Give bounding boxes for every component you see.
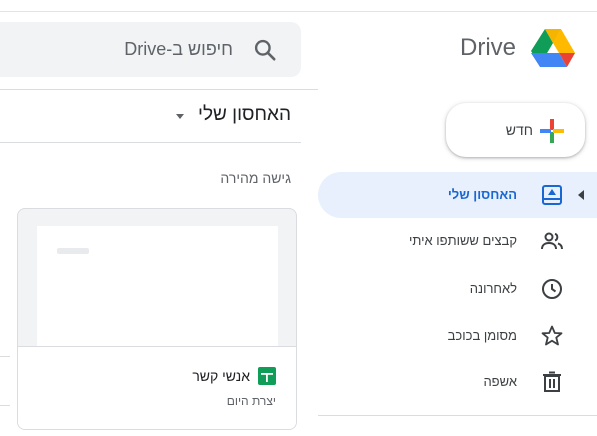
- search-bar[interactable]: חיפוש ב-Drive: [0, 22, 301, 77]
- file-card[interactable]: אנשי קשר יצרת היום: [17, 208, 297, 430]
- expand-arrow-icon[interactable]: [577, 189, 585, 201]
- sidebar-item-shared-with-me[interactable]: קבצים ששותפו איתי: [318, 218, 597, 264]
- sheets-icon: [258, 367, 276, 385]
- sidebar-item-label: האחסון שלי: [447, 187, 517, 202]
- logo-text[interactable]: Drive: [460, 30, 516, 66]
- drive-window: חיפוש ב-Drive Drive האחסון שלי גישה מהיר…: [0, 0, 597, 436]
- sidebar-divider: [318, 415, 597, 416]
- plus-icon: [540, 119, 564, 143]
- google-drive-logo-icon[interactable]: [530, 27, 576, 69]
- sidebar-item-label: קבצים ששותפו איתי: [409, 233, 517, 248]
- dropdown-caret-icon[interactable]: [175, 111, 185, 121]
- file-name: אנשי קשר: [192, 368, 250, 384]
- sidebar-item-label: לאחרונה: [469, 281, 517, 296]
- page-title[interactable]: האחסון שלי: [198, 100, 291, 130]
- sidebar-item-recent[interactable]: לאחרונה: [318, 266, 597, 312]
- edge-divider: [0, 356, 10, 357]
- file-card-footer: אנשי קשר יצרת היום: [18, 346, 296, 429]
- file-meta: יצרת היום: [226, 394, 276, 408]
- sidebar-item-label: מסומן בכוכב: [447, 328, 517, 343]
- sidebar-item-label: אשפה: [483, 374, 517, 389]
- trash-icon: [543, 371, 561, 392]
- my-drive-icon: [542, 185, 562, 205]
- sidebar-item-starred[interactable]: מסומן בכוכב: [318, 313, 597, 359]
- quick-access-label: גישה מהירה: [220, 170, 291, 186]
- main-header-divider: [0, 89, 318, 90]
- people-icon: [541, 232, 563, 250]
- new-button[interactable]: חדש: [446, 103, 585, 157]
- clock-icon: [542, 279, 562, 299]
- search-input[interactable]: חיפוש ב-Drive: [124, 22, 233, 77]
- file-thumbnail: [37, 226, 278, 346]
- sidebar-item-trash[interactable]: אשפה: [318, 359, 597, 405]
- title-divider: [0, 142, 301, 143]
- top-border: [0, 11, 597, 12]
- search-icon[interactable]: [252, 37, 278, 63]
- new-button-label: חדש: [505, 122, 533, 138]
- thumbnail-content: [57, 248, 89, 254]
- sidebar-item-my-drive[interactable]: האחסון שלי: [318, 172, 597, 218]
- edge-divider: [0, 405, 10, 406]
- star-icon: [541, 325, 563, 346]
